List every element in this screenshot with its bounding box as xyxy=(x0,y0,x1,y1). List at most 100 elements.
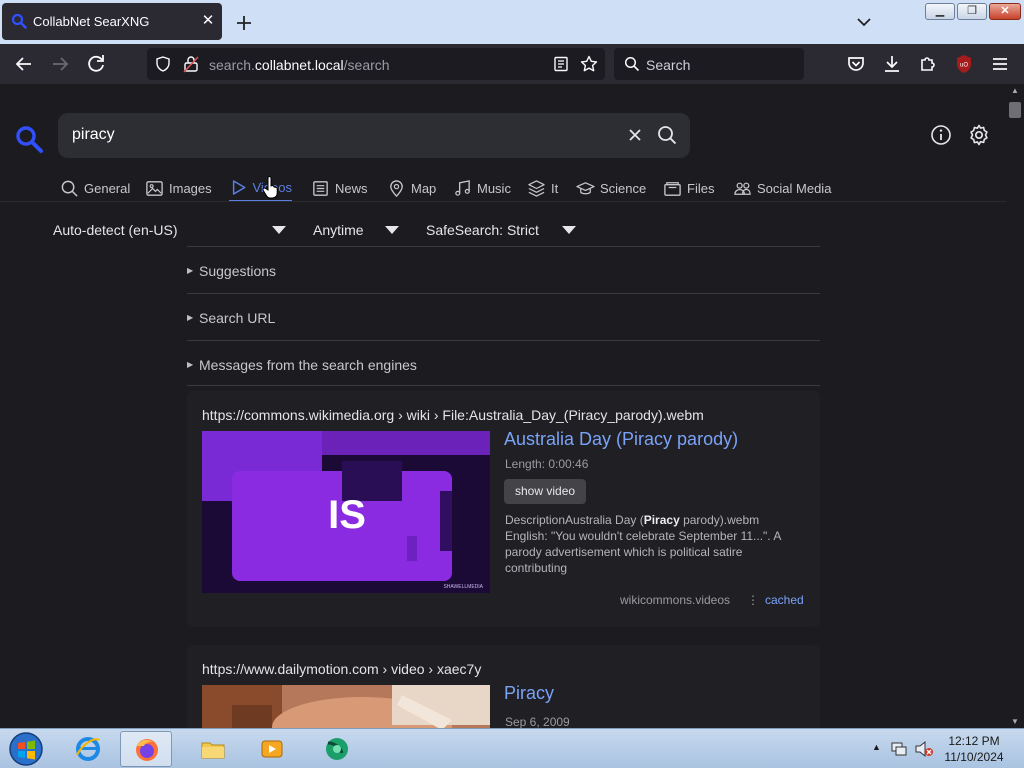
search-bar-placeholder: Search xyxy=(646,57,691,73)
search-query-box[interactable]: piracy xyxy=(58,113,690,158)
result-host: https://www.dailymotion.com xyxy=(202,661,379,677)
thumbnail-watermark: SHAWELLMEDIA xyxy=(443,584,483,590)
clock-time: 12:12 PM xyxy=(948,734,1000,748)
network-icon[interactable] xyxy=(890,740,908,758)
search-submit-icon[interactable] xyxy=(656,124,678,146)
tab-close-icon[interactable]: ✕ xyxy=(198,11,218,31)
tab-general[interactable]: General xyxy=(60,174,130,202)
reload-icon[interactable] xyxy=(84,52,108,76)
shield-icon[interactable] xyxy=(155,56,171,72)
clock-date: 11/10/2024 xyxy=(944,750,1004,764)
volume-muted-icon[interactable] xyxy=(914,740,934,758)
result-title-link[interactable]: Australia Day (Piracy parody) xyxy=(504,429,738,450)
expander-label: Messages from the search engines xyxy=(199,357,417,373)
taskbar-app[interactable] xyxy=(310,731,362,767)
tab-files[interactable]: Files xyxy=(663,174,714,202)
safesearch-select[interactable]: SafeSearch: Strict xyxy=(426,222,539,238)
taskbar-firefox[interactable] xyxy=(120,731,172,767)
language-dropdown-icon[interactable] xyxy=(272,226,286,234)
scrollbar-thumb[interactable] xyxy=(1009,102,1021,118)
unsecure-lock-icon[interactable] xyxy=(183,55,199,73)
browser-tab[interactable]: CollabNet SearXNG ✕ xyxy=(2,3,222,40)
engine-messages-expander[interactable]: ▶ Messages from the search engines xyxy=(187,340,820,386)
page-scrollbar[interactable]: ▲ ▼ xyxy=(1006,84,1024,728)
scroll-up-icon[interactable]: ▲ xyxy=(1010,86,1020,95)
category-tabs: General Images Videos News Map Music It xyxy=(0,174,1006,204)
taskbar-internet-explorer[interactable] xyxy=(62,731,114,767)
info-circle-icon[interactable] xyxy=(930,124,952,146)
result-url[interactable]: https://www.dailymotion.com › video › xa… xyxy=(202,661,481,677)
description-text: DescriptionAustralia Day ( xyxy=(505,513,644,527)
extensions-puzzle-icon[interactable] xyxy=(916,52,940,76)
result-thumbnail[interactable]: IS SHAWELLMEDIA xyxy=(202,431,490,593)
back-arrow-icon[interactable] xyxy=(12,52,36,76)
tab-news[interactable]: News xyxy=(311,174,368,202)
reader-view-icon[interactable] xyxy=(553,56,569,72)
newspaper-icon xyxy=(313,180,328,196)
tab-images[interactable]: Images xyxy=(145,174,212,202)
language-select[interactable]: Auto-detect (en-US) xyxy=(53,222,178,238)
window-minimize-button[interactable]: ▁ xyxy=(925,3,955,20)
search-icon xyxy=(624,56,640,72)
list-all-tabs-button[interactable] xyxy=(852,10,876,34)
url-bar[interactable]: search.collabnet.local/search xyxy=(147,48,605,80)
browser-search-bar[interactable]: Search xyxy=(614,48,804,80)
media-player-icon xyxy=(261,740,283,758)
browser-tab-bar: CollabNet SearXNG ✕ ▁ ❐ ✕ xyxy=(0,0,1024,44)
downloads-icon[interactable] xyxy=(880,52,904,76)
tab-label: Social Media xyxy=(757,180,832,196)
tab-music[interactable]: Music xyxy=(453,174,511,202)
tab-label: Files xyxy=(687,180,715,196)
clear-query-icon[interactable] xyxy=(624,124,646,146)
search-query-input[interactable]: piracy xyxy=(72,126,115,144)
new-tab-button[interactable] xyxy=(232,11,256,35)
suggestions-expander[interactable]: ▶ Suggestions xyxy=(187,246,820,292)
tab-videos[interactable]: Videos xyxy=(229,174,292,202)
time-range-select[interactable]: Anytime xyxy=(313,222,364,238)
window-restore-button[interactable]: ❐ xyxy=(957,3,987,20)
safesearch-dropdown-icon[interactable] xyxy=(562,226,576,234)
green-app-icon xyxy=(326,738,348,760)
tab-map[interactable]: Map xyxy=(387,174,436,202)
tab-social-media[interactable]: Social Media xyxy=(733,174,831,202)
result-url[interactable]: https://commons.wikimedia.org › wiki › F… xyxy=(202,407,704,423)
result-thumbnail[interactable] xyxy=(202,685,490,728)
search-icon xyxy=(61,180,78,197)
video-thumbnail-image xyxy=(202,685,490,728)
ublock-origin-icon[interactable]: uO xyxy=(952,52,976,76)
tab-it[interactable]: It xyxy=(527,174,558,202)
search-url-expander[interactable]: ▶ Search URL xyxy=(187,293,820,339)
forward-arrow-icon[interactable] xyxy=(48,52,72,76)
cached-link[interactable]: cached xyxy=(765,593,804,607)
pocket-icon[interactable] xyxy=(844,52,868,76)
expand-triangle-icon: ▶ xyxy=(187,360,194,369)
time-range-dropdown-icon[interactable] xyxy=(385,226,399,234)
tab-label: Map xyxy=(411,180,437,196)
files-icon xyxy=(664,181,681,196)
hand-cursor-icon xyxy=(262,176,278,199)
searxng-page: piracy General Images Videos News Map Mu xyxy=(0,84,1006,728)
minimize-icon: ▁ xyxy=(935,5,945,17)
internet-explorer-icon xyxy=(76,737,100,761)
show-hidden-icons-icon[interactable]: ▲ xyxy=(872,742,881,752)
scroll-down-icon[interactable]: ▼ xyxy=(1010,717,1020,726)
show-video-button[interactable]: show video xyxy=(504,479,587,504)
searxng-logo-icon[interactable] xyxy=(14,124,44,154)
tab-science[interactable]: Science xyxy=(576,174,646,202)
taskbar-file-explorer[interactable] xyxy=(187,731,239,767)
play-icon xyxy=(232,179,246,195)
url-prefix: search. xyxy=(209,57,255,73)
taskbar-clock[interactable]: 12:12 PM 11/10/2024 xyxy=(941,733,1007,765)
result-description: DescriptionAustralia Day (Piracy parody)… xyxy=(505,512,805,576)
expand-triangle-icon: ▶ xyxy=(187,266,194,275)
result-title-link[interactable]: Piracy xyxy=(504,683,554,704)
windows-start-button-icon[interactable] xyxy=(6,731,46,767)
bookmark-star-icon[interactable] xyxy=(580,55,598,73)
settings-gear-icon[interactable] xyxy=(967,123,991,147)
url-text[interactable]: search.collabnet.local/search xyxy=(209,57,390,73)
taskbar-media-player[interactable] xyxy=(246,731,298,767)
menu-hamburger-icon[interactable] xyxy=(988,52,1012,76)
expand-triangle-icon: ▶ xyxy=(187,313,194,322)
tab-label: It xyxy=(551,180,559,196)
window-close-button[interactable]: ✕ xyxy=(989,3,1021,20)
